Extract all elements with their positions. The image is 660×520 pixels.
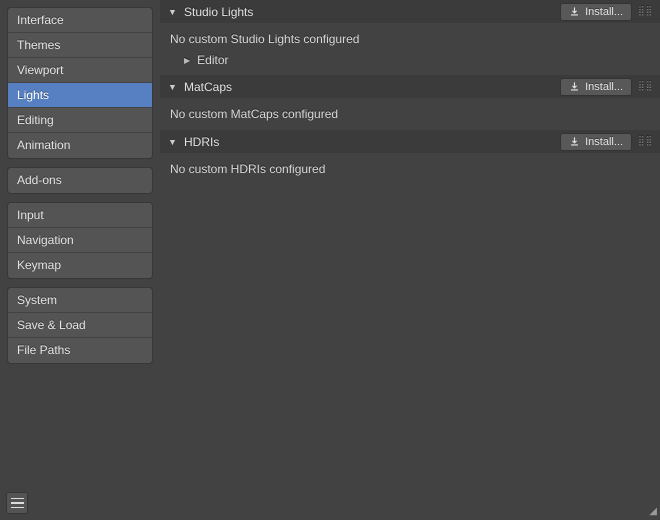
panel-title: Studio Lights — [184, 5, 253, 19]
sidebar-item-system[interactable]: System — [8, 288, 152, 313]
hamburger-button[interactable] — [6, 492, 28, 514]
main-panel: ▼ Studio Lights Install... ⠿⠿⠿⠿ No custo… — [160, 0, 660, 520]
panel-body-matcaps: No custom MatCaps configured — [160, 98, 660, 130]
panel-body-hdris: No custom HDRIs configured — [160, 153, 660, 185]
empty-message: No custom HDRIs configured — [170, 159, 650, 179]
disclosure-down-icon: ▼ — [168, 7, 178, 17]
sidebar-item-navigation[interactable]: Navigation — [8, 228, 152, 253]
install-button[interactable]: Install... — [560, 78, 632, 96]
install-label: Install... — [585, 136, 623, 148]
download-icon — [569, 136, 580, 147]
download-icon — [569, 81, 580, 92]
drag-grip-icon[interactable]: ⠿⠿⠿⠿ — [638, 84, 652, 90]
disclosure-down-icon: ▼ — [168, 82, 178, 92]
sidebar-group: Add-ons — [7, 167, 153, 194]
panel-title: HDRIs — [184, 135, 219, 149]
sidebar-item-themes[interactable]: Themes — [8, 33, 152, 58]
drag-grip-icon[interactable]: ⠿⠿⠿⠿ — [638, 9, 652, 15]
sidebar-item-keymap[interactable]: Keymap — [8, 253, 152, 278]
empty-message: No custom MatCaps configured — [170, 104, 650, 124]
panel-header-matcaps[interactable]: ▼ MatCaps Install... ⠿⠿⠿⠿ — [160, 75, 660, 98]
empty-message: No custom Studio Lights configured — [170, 29, 650, 49]
install-label: Install... — [585, 81, 623, 93]
panel-header-studiolights[interactable]: ▼ Studio Lights Install... ⠿⠿⠿⠿ — [160, 0, 660, 23]
sidebar-item-lights[interactable]: Lights — [8, 83, 152, 108]
panel-title: MatCaps — [184, 80, 232, 94]
sidebar-item-filepaths[interactable]: File Paths — [8, 338, 152, 363]
sidebar-item-interface[interactable]: Interface — [8, 8, 152, 33]
sidebar-item-editing[interactable]: Editing — [8, 108, 152, 133]
editor-label: Editor — [197, 53, 228, 67]
sidebar-item-addons[interactable]: Add-ons — [8, 168, 152, 193]
sidebar: Interface Themes Viewport Lights Editing… — [0, 0, 160, 520]
drag-grip-icon[interactable]: ⠿⠿⠿⠿ — [638, 139, 652, 145]
panel-header-hdris[interactable]: ▼ HDRIs Install... ⠿⠿⠿⠿ — [160, 130, 660, 153]
install-label: Install... — [585, 6, 623, 18]
download-icon — [569, 6, 580, 17]
sub-editor-row[interactable]: ▶ Editor — [170, 49, 650, 69]
install-button[interactable]: Install... — [560, 3, 632, 21]
panel-body-studiolights: No custom Studio Lights configured ▶ Edi… — [160, 23, 660, 75]
disclosure-down-icon: ▼ — [168, 137, 178, 147]
sidebar-group: Interface Themes Viewport Lights Editing… — [7, 7, 153, 159]
sidebar-group: System Save & Load File Paths — [7, 287, 153, 364]
install-button[interactable]: Install... — [560, 133, 632, 151]
sidebar-item-saveload[interactable]: Save & Load — [8, 313, 152, 338]
sidebar-group: Input Navigation Keymap — [7, 202, 153, 279]
sidebar-item-input[interactable]: Input — [8, 203, 152, 228]
disclosure-right-icon: ▶ — [184, 56, 190, 65]
sidebar-item-animation[interactable]: Animation — [8, 133, 152, 158]
resize-handle-icon[interactable]: ◢ — [649, 506, 657, 517]
sidebar-item-viewport[interactable]: Viewport — [8, 58, 152, 83]
